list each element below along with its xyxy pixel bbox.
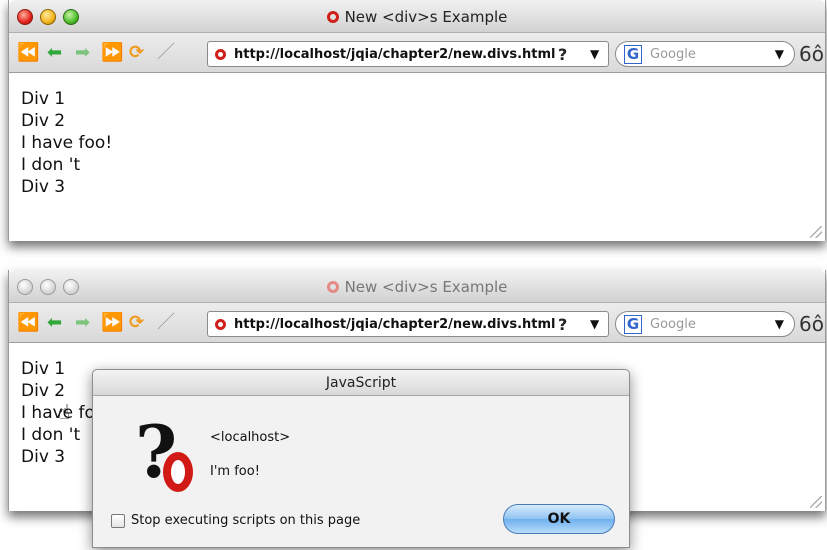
- opera-logo-icon: [163, 452, 193, 492]
- navigation-toolbar: ⏪ ⬅ ➡ ⏩ ⟳ ／ http://localhost/jqia/chapte…: [9, 33, 825, 73]
- opera-page-icon: [326, 281, 339, 293]
- div-line: Div 2: [21, 111, 66, 131]
- binoculars-icon[interactable]: 6ô: [799, 312, 824, 336]
- dialog-message: I'm foo!: [210, 464, 260, 479]
- back-arrow-icon[interactable]: ⬅: [47, 313, 62, 333]
- browser-window-top: New <div>s Example ⏪ ⬅ ➡ ⏩ ⟳ ／ http://lo…: [8, 0, 826, 241]
- div-line[interactable]: I have foo!: [21, 132, 112, 154]
- search-dropdown-icon[interactable]: ▼: [775, 317, 784, 331]
- wand-icon[interactable]: ／: [157, 43, 175, 63]
- search-field[interactable]: G Google ▼: [615, 311, 795, 337]
- window-title: New <div>s Example: [9, 278, 825, 296]
- address-bar[interactable]: http://localhost/jqia/chapter2/new.divs.…: [207, 41, 609, 67]
- address-bar[interactable]: http://localhost/jqia/chapter2/new.divs.…: [207, 311, 609, 337]
- div-line: I don 't: [21, 155, 81, 175]
- div-line: Div 3: [21, 177, 66, 197]
- window-title: New <div>s Example: [9, 8, 825, 26]
- search-field[interactable]: G Google ▼: [615, 41, 795, 67]
- fast-forward-icon[interactable]: ⏩: [101, 43, 123, 63]
- url-text[interactable]: http://localhost/jqia/chapter2/new.divs.…: [234, 47, 555, 62]
- search-placeholder[interactable]: Google: [650, 317, 696, 332]
- rewind-icon[interactable]: ⏪: [17, 43, 39, 63]
- navigation-toolbar: ⏪ ⬅ ➡ ⏩ ⟳ ／ http://localhost/jqia/chapte…: [9, 303, 825, 343]
- javascript-alert-dialog: JavaScript ? <localhost> I'm foo! Stop e…: [92, 369, 630, 548]
- search-dropdown-icon[interactable]: ▼: [775, 47, 784, 61]
- search-placeholder[interactable]: Google: [650, 47, 696, 62]
- title-bar[interactable]: New <div>s Example: [9, 0, 825, 33]
- stop-scripts-checkbox[interactable]: [111, 514, 125, 528]
- url-dropdown-icon[interactable]: ▼: [590, 47, 599, 61]
- dialog-host: <localhost>: [210, 430, 291, 445]
- page-content: Div 1 Div 2 I have foo! I don 't Div 3: [21, 88, 112, 198]
- help-icon[interactable]: ?: [558, 315, 567, 334]
- ok-button[interactable]: OK: [503, 504, 615, 534]
- resize-grip[interactable]: [810, 496, 822, 508]
- div-line: Div 1: [21, 89, 66, 109]
- opera-question-icon: ?: [135, 416, 195, 492]
- help-icon[interactable]: ?: [558, 45, 567, 64]
- stop-scripts-label[interactable]: Stop executing scripts on this page: [131, 513, 360, 528]
- opera-page-icon: [326, 11, 339, 23]
- title-bar[interactable]: New <div>s Example: [9, 270, 825, 303]
- opera-site-icon: [215, 49, 226, 60]
- forward-arrow-icon[interactable]: ➡: [75, 43, 90, 63]
- hand-cursor-icon: ☝: [58, 400, 71, 424]
- binoculars-icon[interactable]: 6ô: [799, 42, 824, 66]
- url-text[interactable]: http://localhost/jqia/chapter2/new.divs.…: [234, 317, 555, 332]
- reload-icon[interactable]: ⟳: [129, 313, 144, 333]
- fast-forward-icon[interactable]: ⏩: [101, 313, 123, 333]
- google-icon[interactable]: G: [624, 45, 642, 64]
- url-dropdown-icon[interactable]: ▼: [590, 317, 599, 331]
- back-arrow-icon[interactable]: ⬅: [47, 43, 62, 63]
- reload-icon[interactable]: ⟳: [129, 43, 144, 63]
- wand-icon[interactable]: ／: [157, 313, 175, 333]
- dialog-title: JavaScript: [93, 370, 629, 396]
- window-title-text: New <div>s Example: [344, 8, 508, 26]
- resize-grip[interactable]: [810, 226, 822, 238]
- window-title-text: New <div>s Example: [344, 278, 508, 296]
- rewind-icon[interactable]: ⏪: [17, 313, 39, 333]
- opera-site-icon: [215, 319, 226, 330]
- forward-arrow-icon[interactable]: ➡: [75, 313, 90, 333]
- google-icon[interactable]: G: [624, 315, 642, 334]
